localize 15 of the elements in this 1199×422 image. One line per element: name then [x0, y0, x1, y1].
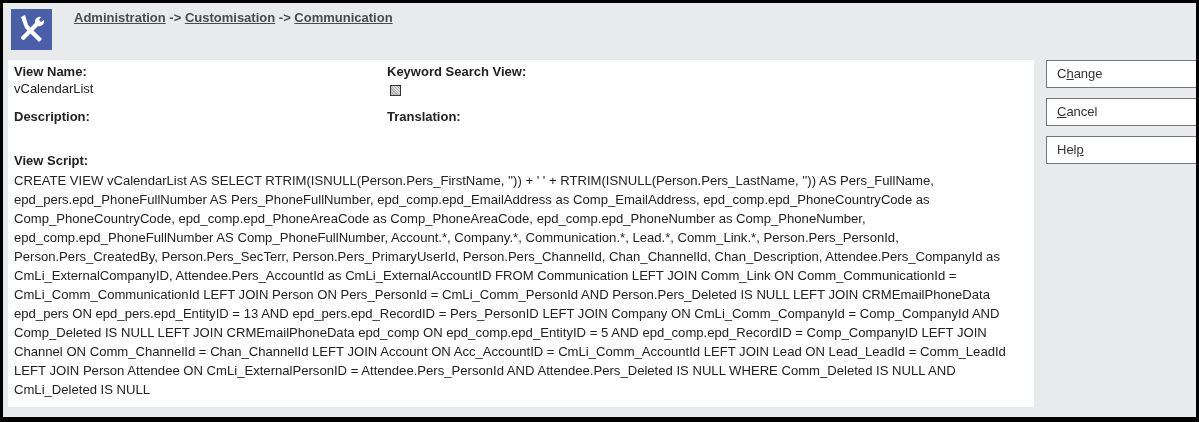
- breadcrumb-link[interactable]: Administration: [74, 10, 166, 25]
- view-script-text: CREATE VIEW vCalendarList AS SELECT RTRIM(ISNULL(Person.Pers_FirstName, '')) + ' ' + RTRIM(ISNULL(Person.Pers_LastName, '')) AS Pers_FullName, epd_pers.epd_PhoneFullNumber AS Pers_PhoneFullNumber, epd_comp.epd_EmailAddress as Comp_EmailAddress, epd_comp.epd_PhoneCountryCode as Comp_PhoneCountryCode, epd_comp.epd_PhoneAreaCode as Comp_PhoneAreaCode, epd_comp.epd_PhoneNumber as Comp_PhoneNumber, epd_comp.epd_PhoneFullNumber AS Comp_PhoneFullNumber, Account.*, Company.*, Communication.*, Lead.*, Comm_Link.*, Person.Pers_PersonId, Person.Pers_CreatedBy, Person.Pers_SecTerr, Person.Pers_PrimaryUserId, Person.Pers_ChannelId, Chan_ChannelId, Chan_Description, Attendee.Pers_CompanyId as CmLi_ExternalCompanyID, Attendee.Pers_AccountId as CmLi_ExternalAccountID FROM Communication LEFT JOIN Comm_Link ON Comm_CommunicationId = CmLi_Comm_CommunicationId LEFT JOIN Person ON Pers_PersonId = CmLi_Comm_PersonId AND Person.Pers_Deleted IS NULL LEFT JOIN CRMEmailPhoneData epd_pers ON epd_pers.epd_EntityID = 13 AND epd_pers.epd_RecordID = Pers_PersonID LEFT JOIN Company ON CmLi_Comm_CompanyId = Comp_CompanyId AND Comp_Deleted IS NULL LEFT JOIN CRMEmailPhoneData epd_comp ON epd_comp.epd_EntityID = 5 AND epd_comp.epd_RecordID = Comp_CompanyID LEFT JOIN Channel ON Comm_ChannelId = Chan_ChannelId LEFT JOIN Account ON Acc_AccountID = CmLi_Comm_AccountId LEFT JOIN Lead ON Lead_LeadId = Comm_LeadId LEFT JOIN Person Attendee ON CmLi_ExternalPersonID = Attendee.Pers_PersonId AND Attendee.Pers_Deleted IS NULL WHERE Comm_Deleted IS NULL AND CmLi_Deleted IS NULL: [14, 171, 1007, 399]
- field-label: Keyword Search View:: [387, 63, 528, 80]
- field-value: vCalendarList: [14, 80, 95, 97]
- field-label: Translation:: [387, 108, 462, 125]
- action-button[interactable]: Cancel: [1046, 98, 1196, 126]
- field-label: View Script:: [14, 152, 90, 170]
- action-button[interactable]: Change: [1046, 60, 1196, 88]
- action-button[interactable]: Help: [1046, 136, 1196, 164]
- breadcrumb-separator: ->: [277, 10, 292, 25]
- field-label: Description:: [14, 108, 91, 125]
- breadcrumb-separator: ->: [168, 10, 183, 25]
- breadcrumb-link[interactable]: Customisation: [184, 10, 276, 25]
- breadcrumb-link[interactable]: Communication: [294, 10, 393, 25]
- field-label: View Name:: [14, 63, 88, 80]
